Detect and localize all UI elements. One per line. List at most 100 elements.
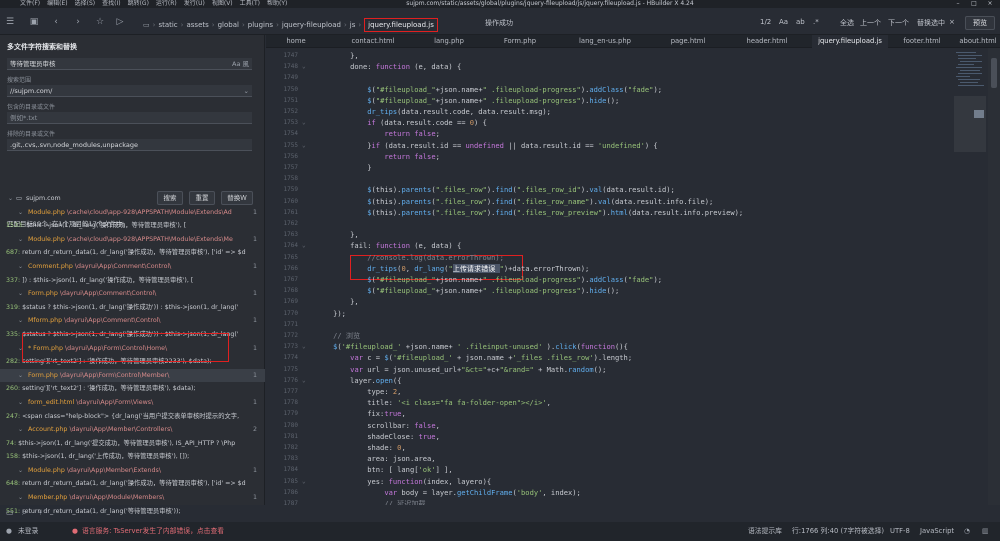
breadcrumb-item[interactable]: static: [158, 21, 177, 29]
result-match[interactable]: 260: setting']['rt_text2'] : '操作成功，等待管理员审…: [0, 382, 265, 396]
menu-item[interactable]: 视图(V): [212, 0, 233, 8]
tab-contact-html[interactable]: contact.html: [332, 35, 414, 48]
code-line[interactable]: 1758: [266, 173, 952, 184]
code-line[interactable]: 1783 area: json.area,: [266, 453, 952, 464]
fold-icon[interactable]: ⌄: [302, 375, 306, 386]
exclude-input[interactable]: .git,.cvs,.svn,node_modules,unpackage: [7, 139, 252, 151]
maximize-icon[interactable]: □: [968, 0, 980, 8]
result-match[interactable]: 319: $status ? $this->json(1, dr_lang('操作…: [0, 301, 265, 315]
language-service-warning[interactable]: 语言服务: TsServer发生了内部错误，点击查看: [82, 522, 224, 541]
code-line[interactable]: 1751 $("#fileupload_"+json.name+" .fileu…: [266, 95, 952, 106]
menu-item[interactable]: 帮助(Y): [267, 0, 287, 8]
close-find-icon[interactable]: ×: [949, 18, 955, 26]
code-line[interactable]: 1780 scrollbar: false,: [266, 420, 952, 431]
close-window-icon[interactable]: ×: [984, 0, 996, 8]
back-icon[interactable]: ‹: [50, 16, 62, 28]
code-line[interactable]: 1767 $("#fileupload_"+json.name+" .fileu…: [266, 274, 952, 285]
result-file[interactable]: ⌄ Mform.php \dayrui\App\Comment\Control\ 1: [0, 314, 265, 328]
code-line[interactable]: 1775 var url = json.unused_url+"&ct="+c+…: [266, 364, 952, 375]
code-line[interactable]: 1752 dr_tips(data.result.code, data.resu…: [266, 106, 952, 117]
search-options[interactable]: Aa 風: [232, 58, 249, 70]
tab-lang-en-us-php[interactable]: lang_en-us.php: [560, 35, 650, 48]
menu-item[interactable]: 工具(T): [240, 0, 260, 8]
menu-item[interactable]: 运行(R): [156, 0, 177, 8]
code-editor[interactable]: 1747 }, 1748 ⌄ done: function (e, data) { 1…: [266, 48, 952, 505]
preview-button[interactable]: 预览: [965, 16, 995, 30]
regex-toggle-icon[interactable]: .*: [813, 18, 819, 26]
vertical-scrollbar[interactable]: [988, 48, 1000, 505]
result-match[interactable]: 74: $this->json(1, dr_lang('提交成功，等待管理员审核'…: [0, 437, 265, 451]
menu-item[interactable]: 发行(U): [184, 0, 205, 8]
result-file[interactable]: ⌄ Account.php \dayrui\App\Member\Controll…: [0, 423, 265, 437]
code-line[interactable]: 1763 },: [266, 229, 952, 240]
code-line[interactable]: 1785 ⌄ yes: function(index, layero){: [266, 476, 952, 487]
code-line[interactable]: 1774 var c = $('#fileupload_' + json.nam…: [266, 352, 952, 363]
word-toggle-icon[interactable]: ab: [796, 18, 805, 26]
code-line[interactable]: 1764 ⌄ fail: function (e, data) {: [266, 240, 952, 251]
minimap[interactable]: [952, 48, 988, 505]
result-file[interactable]: ⌄ Form.php \dayrui\App\Form\Control\Membe…: [0, 368, 265, 383]
search-query-input[interactable]: 等待管理员审核 Aa 風: [7, 58, 252, 70]
sidebar-toggle-icon[interactable]: ☰: [4, 16, 16, 28]
fold-icon[interactable]: ⌄: [302, 61, 306, 72]
result-match[interactable]: 337:]) : $this->json(1, dr_lang('操作成功，等待…: [0, 274, 265, 288]
replace-selected-button[interactable]: 替换选中: [917, 18, 945, 28]
code-line[interactable]: 1754 return false;: [266, 128, 952, 139]
code-line[interactable]: 1748 ⌄ done: function (e, data) {: [266, 61, 952, 72]
layout-icon[interactable]: ▥: [982, 522, 988, 541]
result-file[interactable]: ⌄ Module.php \cache\cloud\app-928\APPSPAT…: [0, 206, 265, 220]
code-line[interactable]: 1781 shadeClose: true,: [266, 431, 952, 442]
result-file[interactable]: ⌄ Form.php \dayrui\App\Comment\Control\ 1: [0, 287, 265, 301]
find-input[interactable]: 操作成功: [485, 18, 513, 28]
chevron-down-icon[interactable]: ⌄: [18, 287, 23, 301]
code-line[interactable]: 1766 dr_tips(0, dr_lang("上传请求错误 ")+data.…: [266, 263, 952, 274]
results-root[interactable]: ⌄ ▭ sujpm.com: [0, 192, 265, 206]
code-line[interactable]: 1778 title: '<i class="fa fa-folder-open…: [266, 397, 952, 408]
code-line[interactable]: 1750 $("#fileupload_"+json.name+" .fileu…: [266, 84, 952, 95]
code-line[interactable]: 1782 shade: 0,: [266, 442, 952, 453]
result-match[interactable]: 687: return dr_return_data(1, dr_lang('操作…: [0, 246, 265, 260]
cursor-position[interactable]: 行:1766 列:40 (7字符被选择): [792, 522, 884, 541]
star-icon[interactable]: ☆: [94, 16, 106, 28]
breadcrumb-item[interactable]: global: [218, 21, 239, 29]
chevron-down-icon[interactable]: ⌄: [18, 260, 23, 274]
chevron-down-icon[interactable]: ⌄: [18, 396, 23, 410]
scope-input[interactable]: //sujpm.com/ ⌄: [7, 85, 252, 97]
fold-icon[interactable]: ⌄: [302, 140, 306, 151]
breadcrumb-item[interactable]: jquery-fileupload: [282, 21, 341, 29]
fold-icon[interactable]: ⌄: [302, 476, 306, 487]
result-file[interactable]: ⌄ Module.php \dayrui\App\Member\Extends\ 1: [0, 464, 265, 478]
search-icon[interactable]: ⌕: [22, 508, 26, 518]
code-line[interactable]: 1772 // 浏览: [266, 330, 952, 341]
code-line[interactable]: 1770 });: [266, 308, 952, 319]
breadcrumb-item[interactable]: assets: [186, 21, 208, 29]
code-line[interactable]: 1761 $(this).parents(".files_row").find(…: [266, 207, 952, 218]
forward-icon[interactable]: ›: [72, 16, 84, 28]
menu-item[interactable]: 编辑(E): [47, 0, 67, 8]
tab-footer-html[interactable]: footer.html: [890, 35, 954, 48]
fold-icon[interactable]: ⌄: [302, 117, 306, 128]
tab-home[interactable]: home: [266, 35, 326, 48]
code-line[interactable]: 1756 return false;: [266, 151, 952, 162]
result-file[interactable]: ⌄ Module.php \cache\cloud\app-928\APPSPAT…: [0, 233, 265, 247]
tab-about-html[interactable]: about.html: [956, 35, 1000, 48]
code-line[interactable]: 1773 ⌄ $('#fileupload_' +json.name+ ' .fi…: [266, 341, 952, 352]
code-line[interactable]: 1787 // 延迟加载: [266, 498, 952, 505]
chevron-down-icon[interactable]: ⌄: [18, 491, 23, 505]
menu-item[interactable]: 查找(I): [102, 0, 120, 8]
code-line[interactable]: 1759 $(this).parents(".files_row").find(…: [266, 184, 952, 195]
result-file[interactable]: ⌄ Comment.php \dayrui\App\Comment\Control…: [0, 260, 265, 274]
chevron-down-icon[interactable]: ⌄: [18, 314, 23, 328]
scrollbar-thumb[interactable]: [991, 58, 997, 88]
tab-page-html[interactable]: page.html: [654, 35, 722, 48]
chevron-down-icon[interactable]: ⌄: [18, 369, 23, 383]
code-line[interactable]: 1747 },: [266, 50, 952, 61]
result-match[interactable]: 158: $this->json(1, dr_lang('上传成功，等待管理员审核…: [0, 450, 265, 464]
find-next-button[interactable]: 下一个: [888, 18, 909, 28]
chevron-down-icon[interactable]: ⌄: [18, 464, 23, 478]
code-line[interactable]: 1786 var body = layer.getChildFrame('bod…: [266, 487, 952, 498]
fold-icon[interactable]: ⌄: [302, 341, 306, 352]
notification-icon[interactable]: ◔: [964, 522, 970, 541]
result-file[interactable]: ⌄ Member.php \dayrui\App\Module\Members\ 1: [0, 491, 265, 505]
code-line[interactable]: 1753 ⌄ if (data.result.code == 0) {: [266, 117, 952, 128]
